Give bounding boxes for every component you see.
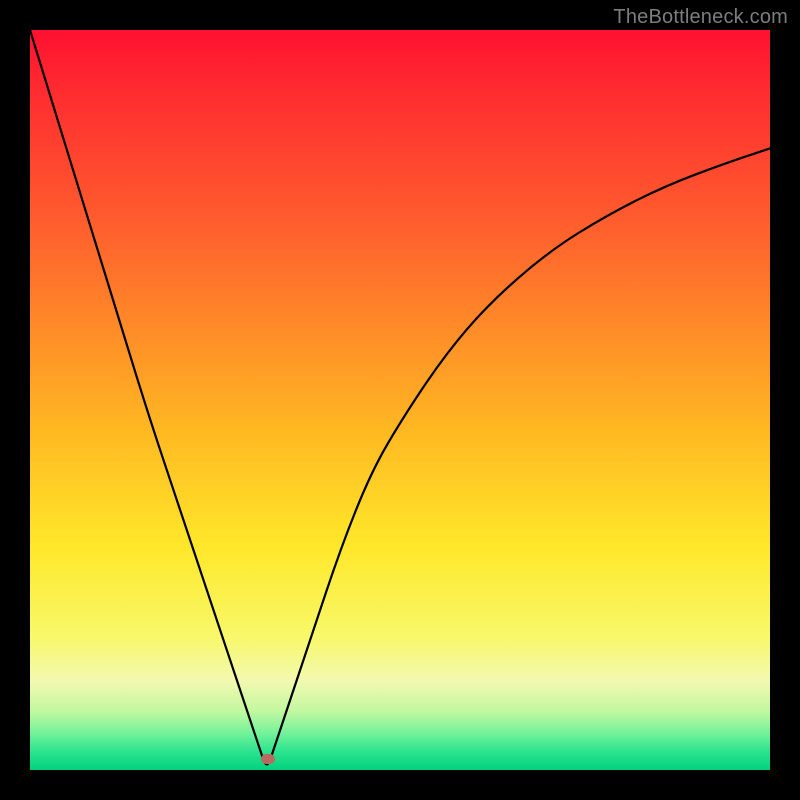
curve-svg — [30, 30, 770, 770]
bottleneck-curve — [30, 30, 770, 764]
watermark-text: TheBottleneck.com — [613, 6, 788, 29]
optimal-point-marker — [261, 754, 275, 764]
plot-area — [30, 30, 770, 770]
chart-frame: TheBottleneck.com — [0, 0, 800, 800]
